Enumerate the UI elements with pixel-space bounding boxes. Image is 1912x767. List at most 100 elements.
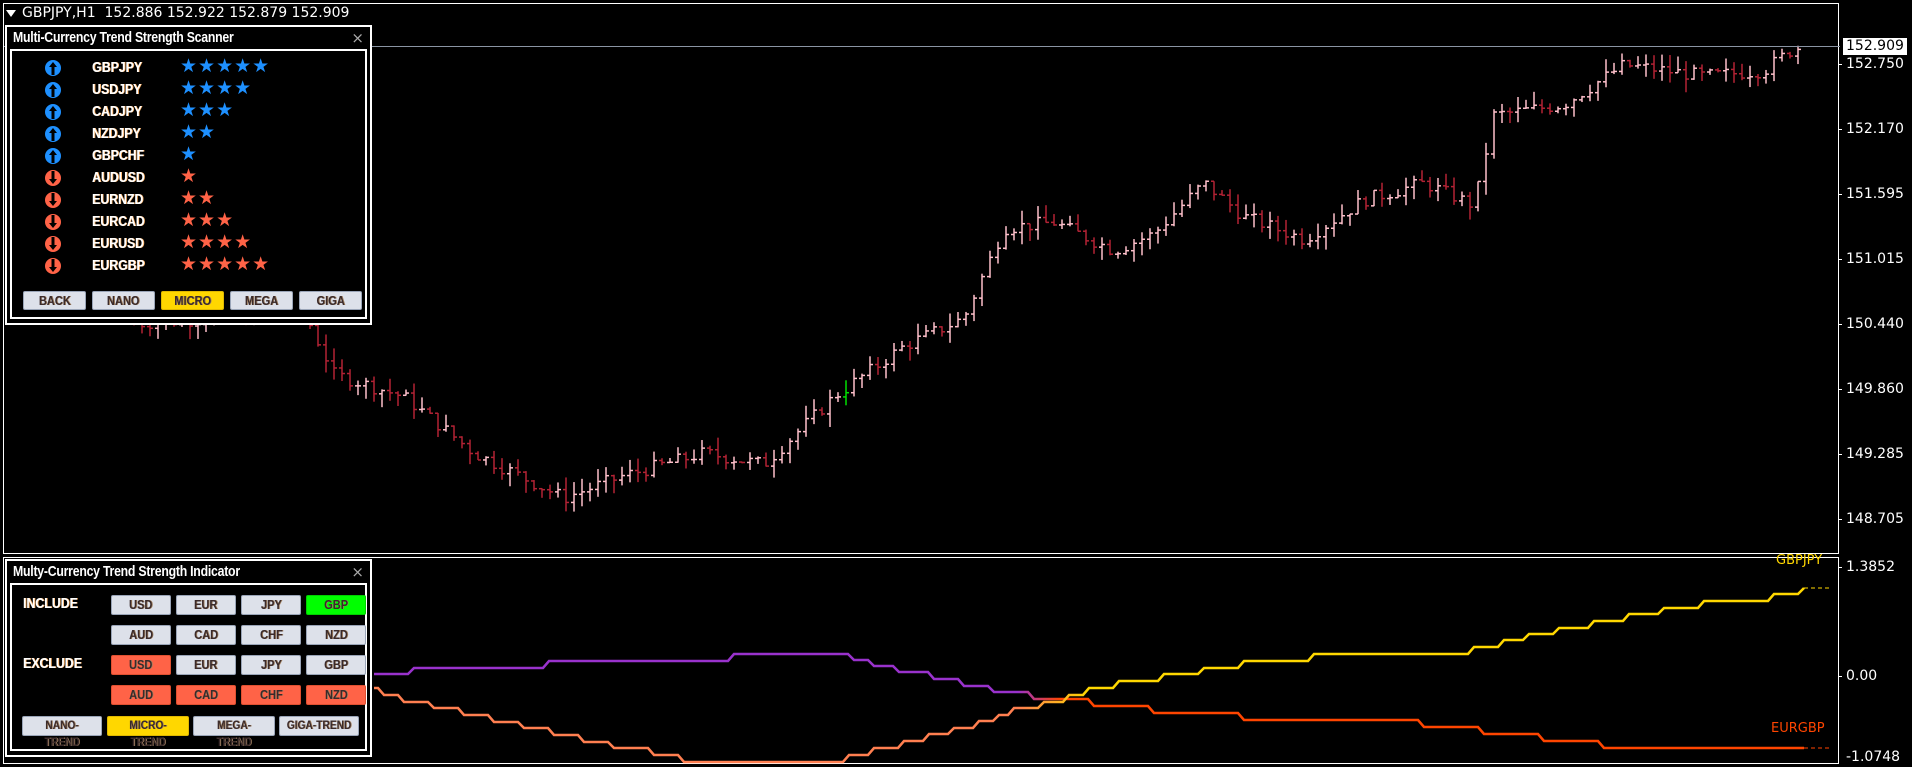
ohlc-bar [1763, 69, 1769, 84]
ohlc-bar [1667, 55, 1673, 83]
ohlc-bar [1659, 54, 1665, 81]
scanner-button-nano[interactable]: NANO [92, 291, 155, 310]
scanner-row[interactable]: CADJPY ★★★ [12, 99, 365, 123]
axis-tick [1838, 259, 1842, 260]
scanner-button-back[interactable]: BACK [23, 291, 86, 310]
scanner-button-mega[interactable]: MEGA [230, 291, 293, 310]
ohlc-bar [1707, 68, 1713, 75]
include-nzd-button[interactable]: NZD [306, 625, 366, 645]
trend-up-icon [45, 82, 61, 98]
scanner-row[interactable]: EURNZD ★★ [12, 187, 365, 211]
button-label: NZD [324, 627, 348, 642]
ohlc-bar [835, 392, 841, 402]
ohlc-bar [435, 412, 441, 438]
ohlc-bar [723, 454, 729, 470]
scanner-button-giga[interactable]: GIGA [299, 291, 362, 310]
trend-nano-trend-button[interactable]: NANO-TREND [22, 716, 102, 749]
trend-down-icon [45, 214, 61, 230]
ohlc-bar [771, 449, 777, 478]
ohlc-bar [1123, 246, 1129, 256]
ohlc-bar [371, 376, 377, 402]
ohlc-bar [451, 425, 457, 441]
exclude-nzd-button[interactable]: NZD [306, 685, 366, 705]
button-label: JPY [260, 657, 282, 672]
include-usd-button[interactable]: USD [111, 595, 171, 615]
ohlc-bar [947, 313, 953, 343]
ind-axis-bottom: -1.0748 [1846, 749, 1901, 765]
ohlc-bar [1747, 65, 1753, 88]
ohlc-bar [795, 428, 801, 450]
button-label: AUD [129, 627, 153, 642]
ohlc-bar [931, 322, 937, 335]
ohlc-bar [1235, 194, 1241, 225]
scanner-row[interactable]: NZDJPY ★★ [12, 121, 365, 145]
button-label: CAD [194, 687, 218, 702]
series-line-eurgbp [374, 652, 1804, 750]
axis-tick [1838, 389, 1842, 390]
scanner-close-button[interactable]: × [351, 29, 364, 47]
exclude-chf-button[interactable]: CHF [241, 685, 301, 705]
scanner-row[interactable]: EURCAD ★★★ [12, 209, 365, 233]
trend-micro-trend-button[interactable]: MICRO-TREND [107, 716, 189, 749]
ohlc-bar [1019, 210, 1025, 245]
indicator-close-button[interactable]: × [351, 563, 364, 581]
scanner-row[interactable]: USDJPY ★★★★ [12, 77, 365, 101]
button-label: NANO-TREND [44, 718, 80, 749]
ohlc-bar [1475, 180, 1481, 212]
ohlc-bar [1531, 91, 1537, 110]
ohlc-bar [499, 458, 505, 480]
exclude-gbp-button[interactable]: GBP [306, 655, 366, 675]
ohlc-bar [867, 356, 873, 380]
button-label: GIGA [316, 293, 345, 308]
strength-stars-icon: ★★★★ [180, 77, 253, 99]
trend-mega-trend-button[interactable]: MEGA-TREND [193, 716, 275, 749]
exclude-jpy-button[interactable]: JPY [241, 655, 301, 675]
exclude-eur-button[interactable]: EUR [176, 655, 236, 675]
ohlc-bar [1323, 224, 1329, 250]
ohlc-bar [1147, 228, 1153, 250]
price-axis-label: 151.015 [1846, 251, 1904, 267]
ohlc-bar [1499, 103, 1505, 124]
scanner-symbol: EURUSD [92, 235, 144, 252]
button-label: EUR [194, 657, 218, 672]
ohlc-bar [483, 456, 489, 466]
ohlc-bar [843, 380, 849, 406]
ohlc-bar [803, 405, 809, 437]
include-gbp-button[interactable]: GBP [306, 595, 366, 615]
scanner-panel[interactable]: Multi-Currency Trend Strength Scanner × … [5, 25, 372, 325]
ohlc-bar [1243, 204, 1249, 220]
ohlc-bar [1651, 55, 1657, 79]
scanner-row[interactable]: GBPJPY ★★★★★ [12, 55, 365, 79]
scanner-row[interactable]: EURGBP ★★★★★ [12, 253, 365, 277]
ohlc-bar [1715, 68, 1721, 73]
include-aud-button[interactable]: AUD [111, 625, 171, 645]
ohlc-bar [1627, 59, 1633, 68]
series-label-gbpjpy: GBPJPY [1776, 553, 1823, 568]
ohlc-bar [1107, 239, 1113, 256]
ohlc-bar [1371, 189, 1377, 207]
scanner-row[interactable]: GBPCHF ★ [12, 143, 365, 167]
ohlc-bar [627, 459, 633, 483]
trend-giga-trend-button[interactable]: GIGA-TREND [279, 716, 359, 736]
strength-stars-icon: ★ [180, 165, 199, 187]
collapse-triangle-icon[interactable] [6, 9, 16, 17]
scanner-button-micro[interactable]: MICRO [161, 291, 224, 310]
include-eur-button[interactable]: EUR [176, 595, 236, 615]
exclude-usd-button[interactable]: USD [111, 655, 171, 675]
ohlc-bar [323, 334, 329, 373]
include-jpy-button[interactable]: JPY [241, 595, 301, 615]
ohlc-bar [635, 458, 641, 483]
include-cad-button[interactable]: CAD [176, 625, 236, 645]
ohlc-bar [891, 342, 897, 372]
exclude-aud-button[interactable]: AUD [111, 685, 171, 705]
ohlc-bar [587, 482, 593, 502]
ohlc-bar [923, 324, 929, 338]
scanner-row[interactable]: EURUSD ★★★★ [12, 231, 365, 255]
include-chf-button[interactable]: CHF [241, 625, 301, 645]
ohlc-bar [1043, 205, 1049, 224]
scanner-row[interactable]: AUDUSD ★ [12, 165, 365, 189]
exclude-cad-button[interactable]: CAD [176, 685, 236, 705]
ohlc-bar [1515, 97, 1521, 123]
indicator-panel[interactable]: Multy-Currency Trend Strength Indicator … [5, 559, 372, 757]
strength-stars-icon: ★★★ [180, 209, 235, 231]
